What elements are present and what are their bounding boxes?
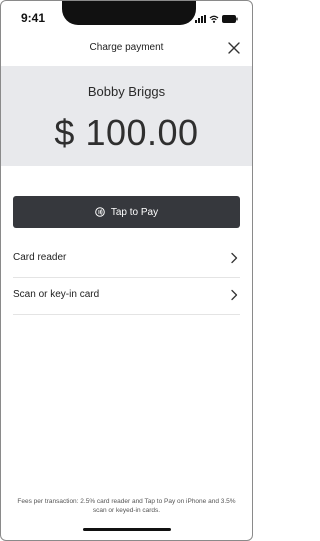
card-reader-option[interactable]: Card reader: [13, 241, 240, 278]
chevron-right-icon: [231, 252, 238, 264]
battery-icon: [222, 15, 238, 23]
status-time: 9:41: [21, 11, 46, 25]
charge-summary-panel: Bobby Briggs $ 100.00: [1, 66, 252, 166]
fees-note: Fees per transaction: 2.5% card reader a…: [17, 498, 236, 514]
close-button[interactable]: [226, 40, 242, 56]
tap-to-pay-label: Tap to Pay: [110, 206, 159, 218]
option-label: Card reader: [13, 252, 67, 263]
scan-or-key-in-card-option[interactable]: Scan or key-in card: [13, 278, 240, 315]
chevron-right-icon: [231, 289, 238, 301]
status-icons: [195, 13, 238, 23]
device-notch: [62, 1, 196, 25]
option-label: Scan or key-in card: [13, 289, 100, 300]
wifi-icon: [209, 15, 219, 23]
contactless-icon: [95, 207, 105, 217]
payment-options-list: Card reader Scan or key-in card: [13, 241, 240, 315]
close-icon: [228, 42, 240, 54]
page-title: Charge payment: [89, 42, 164, 53]
tap-to-pay-button[interactable]: Tap to Pay: [13, 196, 240, 228]
signal-icon: [195, 15, 206, 23]
charge-amount: $ 100.00: [54, 112, 199, 153]
status-bar: 9:41: [1, 1, 252, 35]
home-indicator[interactable]: [83, 528, 171, 531]
customer-name: Bobby Briggs: [87, 84, 166, 99]
phone-screen: 9:41 Charge payment Bobby Briggs $ 100.0…: [0, 0, 253, 541]
header: Charge payment: [1, 35, 252, 63]
